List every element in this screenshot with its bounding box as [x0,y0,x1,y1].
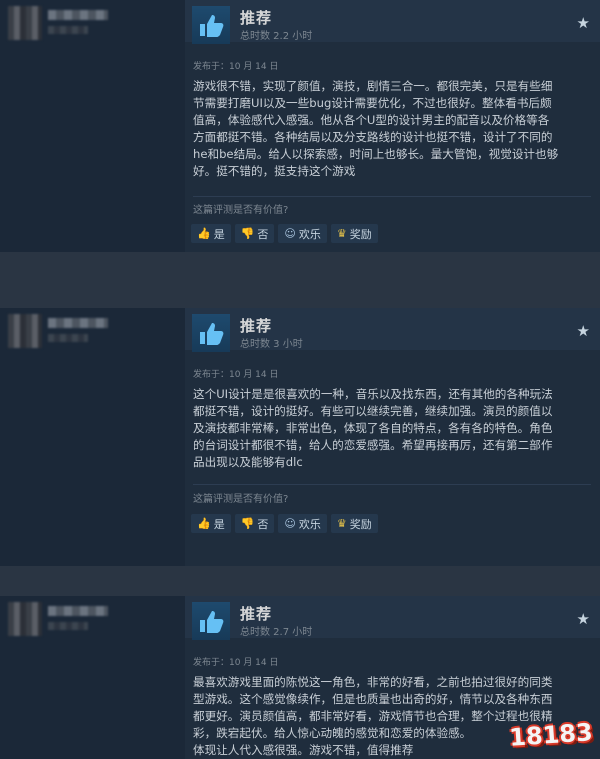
divider [193,196,591,197]
review-card-1: 推荐 总时数 2.2 小时 ★ 发布于：10 月 14 日 游戏很不错，实现了颜… [0,0,600,252]
playtime: 总时数 2.7 小时 [240,627,313,638]
vote-no-label: 否 [257,227,269,241]
thumbs-up-icon [192,602,230,640]
vote-funny-label: 欢乐 [298,517,321,531]
award-icon: ♛ [336,227,347,240]
star-icon[interactable]: ★ [577,610,590,628]
review-separator [0,252,600,308]
review-body: 推荐 总时数 3 小时 ★ 发布于：10 月 14 日 这个UI设计是是很喜欢的… [185,308,600,566]
vote-buttons: 👍 是 👎 否 ☺ 欢乐 ♛ 奖励 [191,224,378,243]
award-label: 奖励 [349,227,372,241]
smiley-icon: ☺ [284,517,296,530]
thumbs-down-icon: 👎 [240,227,255,240]
award-button[interactable]: ♛ 奖励 [330,224,378,243]
site-watermark-logo: 18183 [508,718,594,752]
posted-date: 发布于：10 月 14 日 [193,62,279,72]
award-button[interactable]: ♛ 奖励 [330,514,378,533]
review-header: 推荐 总时数 2.7 小时 ★ [185,596,600,640]
review-card-2: 推荐 总时数 3 小时 ★ 发布于：10 月 14 日 这个UI设计是是很喜欢的… [0,308,600,566]
review-header: 推荐 总时数 3 小时 ★ [185,308,600,352]
thumbs-up-icon: 👍 [197,227,211,240]
playtime: 总时数 3 小时 [240,339,303,350]
thumbs-up-icon [192,6,230,44]
award-icon: ♛ [336,517,347,530]
vote-no-button[interactable]: 👎 否 [234,224,275,243]
divider [193,484,591,485]
thumbs-down-icon: 👎 [240,517,255,530]
vote-funny-label: 欢乐 [298,227,321,241]
helpful-question: 这篇评测是否有价值? [193,205,289,216]
smiley-icon: ☺ [284,227,296,240]
thumbs-up-icon [192,314,230,352]
recommendation-label[interactable]: 推荐 [240,315,272,336]
vote-yes-label: 是 [213,517,225,531]
vote-no-label: 否 [257,517,269,531]
reviewer-name-blurred[interactable] [48,318,108,328]
review-body: 推荐 总时数 2.2 小时 ★ 发布于：10 月 14 日 游戏很不错，实现了颜… [185,0,600,252]
avatar[interactable] [8,602,42,636]
avatar[interactable] [8,314,42,348]
avatar[interactable] [8,6,42,40]
posted-date: 发布于：10 月 14 日 [193,658,279,668]
vote-funny-button[interactable]: ☺ 欢乐 [278,224,327,243]
recommendation-label[interactable]: 推荐 [240,7,272,28]
thumbs-up-icon: 👍 [197,517,211,530]
vote-no-button[interactable]: 👎 否 [234,514,275,533]
posted-date: 发布于：10 月 14 日 [193,370,279,380]
reviewer-name-blurred[interactable] [48,606,108,616]
playtime: 总时数 2.2 小时 [240,31,313,42]
reviewer-stats-blurred [48,26,88,34]
helpful-question: 这篇评测是否有价值? [193,494,289,505]
vote-buttons: 👍 是 👎 否 ☺ 欢乐 ♛ 奖励 [191,514,378,533]
vote-yes-button[interactable]: 👍 是 [191,514,231,533]
reviewer-stats-blurred [48,622,88,630]
award-label: 奖励 [349,517,372,531]
star-icon[interactable]: ★ [577,322,590,340]
vote-yes-label: 是 [213,227,225,241]
vote-funny-button[interactable]: ☺ 欢乐 [278,514,327,533]
vote-yes-button[interactable]: 👍 是 [191,224,231,243]
review-separator [0,566,600,596]
star-icon[interactable]: ★ [577,14,590,32]
review-header: 推荐 总时数 2.2 小时 ★ [185,0,600,44]
review-text: 游戏很不错，实现了颜值，演技，剧情三合一。都很完美，只是有些细 节需要打磨UI以… [193,79,559,179]
reviewer-stats-blurred [48,334,88,342]
recommendation-label[interactable]: 推荐 [240,603,272,624]
review-text: 这个UI设计是是很喜欢的一种，音乐以及找东西，还有其他的各种玩法 都挺不错，设计… [193,387,553,470]
reviewer-name-blurred[interactable] [48,10,108,20]
